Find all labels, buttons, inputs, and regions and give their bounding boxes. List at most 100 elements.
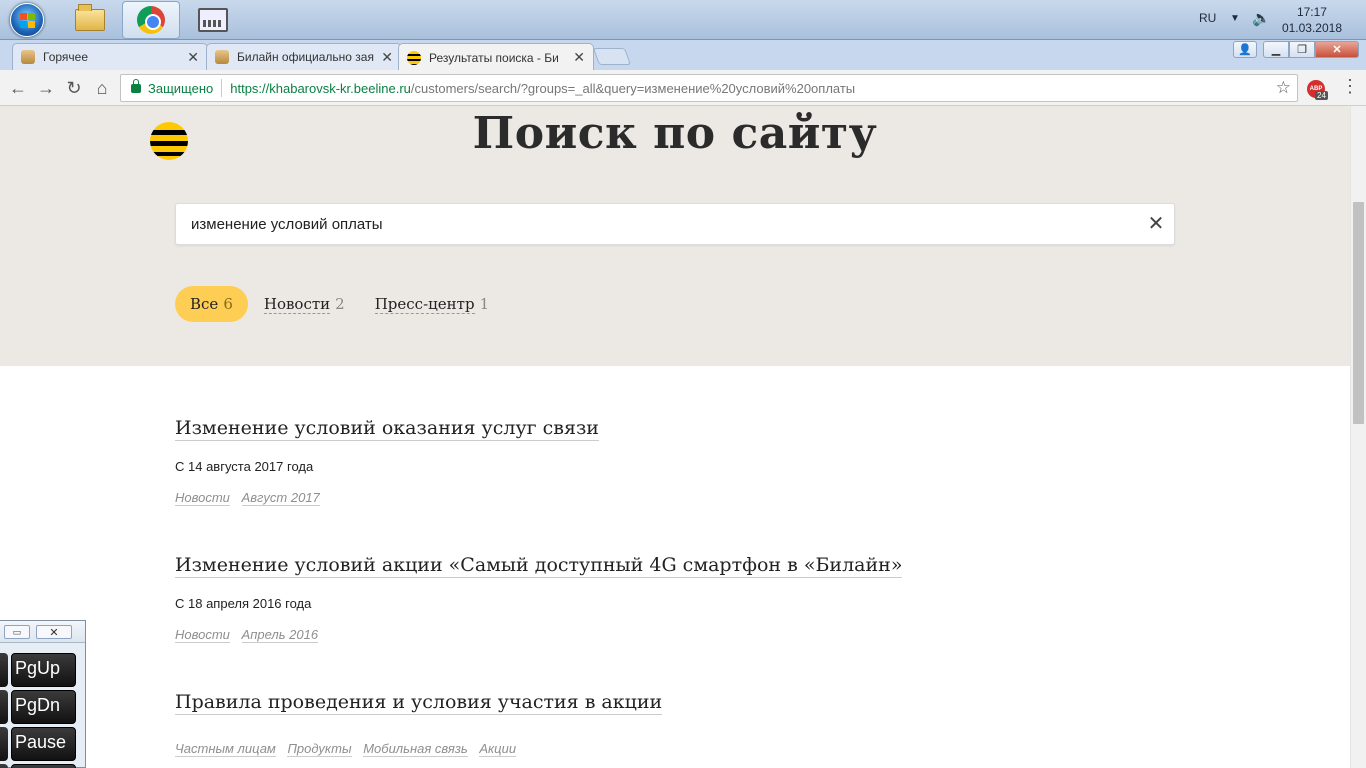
url-host[interactable]: https://khabarovsk-kr.beeline.ru — [230, 81, 411, 96]
search-box: ✕ — [175, 203, 1175, 245]
taskbar-explorer-button[interactable] — [62, 1, 118, 39]
result-tag-link[interactable]: Апрель 2016 — [241, 627, 319, 643]
lock-icon[interactable] — [131, 78, 141, 93]
result-snippet: С 14 августа 2017 года — [175, 459, 314, 474]
result-tags: Новости Август 2017 — [175, 490, 1075, 506]
osk-key-partial[interactable] — [0, 764, 8, 768]
filter-count: 6 — [223, 295, 233, 313]
new-tab-button[interactable] — [592, 48, 632, 65]
result-tag-link[interactable]: Акции — [479, 741, 517, 757]
address-bar[interactable]: Защищено https://khabarovsk-kr.beeline.r… — [120, 74, 1298, 102]
language-indicator[interactable]: RU — [1199, 11, 1216, 25]
tab-close-icon[interactable]: ✕ — [381, 49, 393, 66]
tab-close-icon[interactable]: ✕ — [573, 49, 585, 66]
beeline-favicon-icon — [407, 50, 421, 65]
result-tag-link[interactable]: Мобильная связь — [363, 741, 468, 757]
result-tag-link[interactable]: Частным лицам — [175, 741, 276, 757]
osk-titlebar[interactable]: ▭ ✕ — [0, 621, 85, 643]
filter-press-center[interactable]: Пресс-центр 1 — [374, 294, 490, 314]
restore-button[interactable]: ❐ — [1289, 41, 1315, 58]
volume-icon[interactable]: 🔈 — [1252, 9, 1271, 27]
result-tag-link[interactable]: Новости — [175, 490, 230, 506]
secure-label[interactable]: Защищено — [148, 81, 213, 96]
person-icon: 👤 — [1238, 44, 1252, 56]
browser-tab-strip: Горячее ✕ Билайн официально зая ✕ Резуль… — [0, 40, 1366, 71]
osk-key-partial-next[interactable] — [11, 764, 76, 768]
tab-title: Билайн официально зая — [237, 50, 374, 64]
filter-label: Пресс-центр — [374, 294, 475, 314]
filter-all[interactable]: Все 6 — [175, 286, 248, 322]
result-tag-link[interactable]: Август 2017 — [241, 490, 320, 506]
search-result: Изменение условий акции «Самый доступный… — [175, 553, 1075, 643]
tray-expand-icon[interactable]: ▼ — [1230, 13, 1240, 24]
search-result: Изменение условий оказания услуг связи С… — [175, 416, 1075, 506]
keyboard-icon — [198, 8, 228, 32]
search-input[interactable] — [176, 204, 1136, 244]
clear-search-icon[interactable]: ✕ — [1144, 212, 1168, 236]
url-path[interactable]: /customers/search/?groups=_all&query=изм… — [411, 81, 855, 96]
adblock-count-badge: 24 — [1315, 91, 1328, 100]
tray-clock[interactable]: 17:17 01.03.2018 — [1282, 4, 1342, 36]
filter-label: Все — [190, 295, 219, 313]
result-tag-link[interactable]: Продукты — [287, 741, 352, 757]
tab-beeline-official[interactable]: Билайн официально зая ✕ — [206, 43, 402, 70]
search-header: Поиск по сайту ✕ Все 6 Новости 2 Пресс-ц… — [0, 106, 1350, 366]
osk-restore-icon[interactable]: ▭ — [4, 625, 30, 639]
folder-icon — [75, 4, 105, 31]
browser-toolbar: ← → ↻ ⌂ Защищено https://khabarovsk-kr.b… — [0, 70, 1366, 106]
tab-close-icon[interactable]: ✕ — [187, 49, 199, 66]
tab-title: Результаты поиска - Би — [429, 50, 559, 65]
result-title-link[interactable]: Правила проведения и условия участия в а… — [175, 690, 663, 715]
forward-arrow-icon[interactable]: → — [34, 76, 58, 100]
osk-key-pgup[interactable]: PgUp — [11, 653, 76, 687]
page-scrollbar[interactable] — [1350, 106, 1366, 768]
reload-icon[interactable]: ↻ — [62, 76, 86, 100]
tab-title: Горячее — [43, 50, 89, 64]
osk-key-partial[interactable] — [0, 727, 8, 761]
browser-menu-icon[interactable]: ⋮ — [1341, 76, 1359, 97]
filter-label: Новости — [263, 294, 331, 314]
back-arrow-icon[interactable]: ← — [6, 76, 30, 100]
onscreen-keyboard: ▭ ✕ PgUp PgDn Pause — [0, 620, 86, 768]
windows-logo-icon — [10, 3, 44, 37]
minimize-icon: ▁ — [1271, 44, 1281, 56]
filter-count: 2 — [335, 295, 345, 313]
start-button[interactable] — [6, 1, 48, 39]
tab-favicon-icon — [21, 50, 35, 64]
profile-button[interactable]: 👤 — [1233, 41, 1257, 58]
tab-search-results[interactable]: Результаты поиска - Би ✕ — [398, 43, 594, 71]
osk-key-partial[interactable] — [0, 690, 8, 724]
clock-date: 01.03.2018 — [1281, 21, 1342, 35]
page-viewport: Поиск по сайту ✕ Все 6 Новости 2 Пресс-ц… — [0, 106, 1350, 768]
tab-hot[interactable]: Горячее ✕ — [12, 43, 208, 70]
filter-news[interactable]: Новости 2 — [263, 294, 345, 314]
osk-key-pgdn[interactable]: PgDn — [11, 690, 76, 724]
search-result: Правила проведения и условия участия в а… — [175, 690, 1075, 757]
osk-key-pause[interactable]: Pause — [11, 727, 76, 761]
restore-icon: ❐ — [1297, 44, 1307, 56]
scrollbar-thumb[interactable] — [1353, 202, 1364, 424]
result-filters: Все 6 Новости 2 Пресс-центр 1 — [175, 286, 519, 322]
result-title-link[interactable]: Изменение условий оказания услуг связи — [175, 416, 599, 441]
clock-time: 17:17 — [1296, 5, 1327, 19]
result-tag-link[interactable]: Новости — [175, 627, 230, 643]
home-icon[interactable]: ⌂ — [90, 76, 114, 100]
page-title: Поиск по сайту — [472, 108, 878, 159]
result-tags: Частным лицам Продукты Мобильная связь А… — [175, 741, 1075, 757]
filter-count: 1 — [479, 295, 490, 313]
address-separator — [221, 79, 223, 97]
windows-taskbar: RU ▼ 🔈 17:17 01.03.2018 — [0, 0, 1366, 40]
osk-key-partial[interactable] — [0, 653, 8, 687]
result-snippet: С 18 апреля 2016 года — [175, 596, 312, 611]
close-window-button[interactable]: ✕ — [1315, 41, 1359, 58]
osk-close-icon[interactable]: ✕ — [36, 625, 72, 639]
bookmark-star-icon[interactable]: ☆ — [1276, 78, 1291, 98]
result-title-link[interactable]: Изменение условий акции «Самый доступный… — [175, 553, 903, 578]
result-tags: Новости Апрель 2016 — [175, 627, 1075, 643]
tab-favicon-icon — [215, 50, 229, 64]
chrome-icon — [137, 6, 165, 34]
close-icon: ✕ — [1332, 44, 1342, 56]
taskbar-chrome-button[interactable] — [122, 1, 180, 39]
taskbar-onscreen-keyboard-button[interactable] — [184, 1, 242, 39]
minimize-button[interactable]: ▁ — [1263, 41, 1289, 58]
